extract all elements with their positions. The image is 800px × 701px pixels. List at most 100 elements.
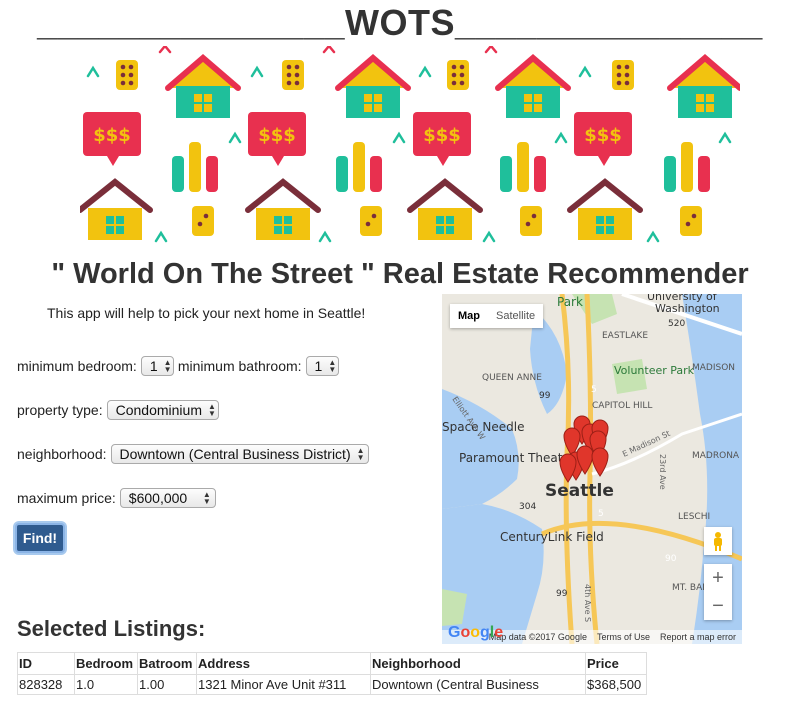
cell-bathroom: 1.00 bbox=[137, 674, 197, 695]
max-price-row: maximum price: $600,000 ▲ ▼ bbox=[17, 488, 220, 508]
cell-address: 1321 Minor Ave Unit #311 bbox=[196, 674, 371, 695]
map-data-text: Map data ©2017 Google bbox=[488, 632, 587, 642]
col-id: ID bbox=[17, 652, 75, 675]
min-bedroom-select[interactable]: 1 ▲ ▼ bbox=[140, 356, 174, 376]
dice-icon bbox=[192, 206, 214, 236]
svg-text:5: 5 bbox=[598, 509, 604, 519]
svg-text:EASTLAKE: EASTLAKE bbox=[602, 331, 648, 341]
svg-text:$$$: $$$ bbox=[93, 125, 131, 146]
table-header-row: ID Bedroom Batroom Address Neighborhood … bbox=[17, 652, 647, 675]
map-type-tabs: Map Satellite bbox=[450, 304, 544, 328]
house-icon bbox=[670, 58, 740, 118]
dice-icon bbox=[116, 60, 138, 90]
dollar-sign-icon: $$$ bbox=[413, 112, 471, 166]
svg-text:Seattle: Seattle bbox=[545, 481, 614, 501]
find-button[interactable]: Find! bbox=[15, 523, 65, 553]
property-type-row: property type: Condominium ▲ ▼ bbox=[17, 400, 223, 420]
col-bathroom: Batroom bbox=[137, 652, 197, 675]
svg-text:CAPITOL HILL: CAPITOL HILL bbox=[592, 401, 652, 411]
house-icon bbox=[498, 58, 568, 118]
dollar-sign-icon: $$$ bbox=[83, 112, 141, 166]
svg-text:23rd Ave: 23rd Ave bbox=[658, 454, 667, 490]
google-logo[interactable]: Google bbox=[448, 624, 503, 642]
app-subtitle: " World On The Street " Real Estate Reco… bbox=[51, 258, 749, 290]
intro-text: This app will help to pick your next hom… bbox=[47, 305, 366, 321]
svg-text:$$$: $$$ bbox=[423, 125, 461, 146]
col-bedroom: Bedroom bbox=[74, 652, 138, 675]
street-view-pegman-icon[interactable] bbox=[704, 527, 732, 555]
tab-map[interactable]: Map bbox=[450, 304, 488, 328]
max-price-value: $600,000 bbox=[128, 490, 188, 506]
bar-chart-icon bbox=[500, 142, 546, 192]
svg-text:MADISON: MADISON bbox=[692, 363, 735, 373]
max-price-select[interactable]: $600,000 ▲ ▼ bbox=[119, 488, 216, 508]
bar-chart-icon bbox=[172, 142, 218, 192]
dollar-sign-icon: $$$ bbox=[248, 112, 306, 166]
max-price-label: maximum price: bbox=[17, 490, 116, 506]
tab-satellite[interactable]: Satellite bbox=[488, 304, 543, 328]
col-neighborhood: Neighborhood bbox=[370, 652, 586, 675]
min-bedroom-value: 1 bbox=[149, 358, 158, 374]
select-arrows-icon: ▲ ▼ bbox=[328, 358, 337, 374]
dice-icon bbox=[282, 60, 304, 90]
bed-bath-row: minimum bedroom: 1 ▲ ▼ minimum bathroom: … bbox=[17, 356, 343, 376]
cell-bedroom: 1.0 bbox=[74, 674, 138, 695]
neighborhood-value: Downtown (Central Business District) bbox=[119, 446, 351, 462]
svg-text:QUEEN ANNE: QUEEN ANNE bbox=[482, 373, 542, 383]
select-arrows-icon: ▲ ▼ bbox=[207, 402, 216, 418]
min-bathroom-value: 1 bbox=[314, 358, 323, 374]
svg-text:$$$: $$$ bbox=[258, 125, 296, 146]
app-title: _______________WOTS_______________ bbox=[37, 2, 763, 43]
svg-text:$$$: $$$ bbox=[584, 125, 622, 146]
cell-price: $368,500 bbox=[585, 674, 647, 695]
listings-table: ID Bedroom Batroom Address Neighborhood … bbox=[17, 652, 647, 695]
property-type-select[interactable]: Condominium ▲ ▼ bbox=[106, 400, 219, 420]
svg-text:5: 5 bbox=[591, 385, 597, 395]
house-icon bbox=[80, 182, 150, 240]
terms-link[interactable]: Terms of Use bbox=[597, 632, 650, 642]
svg-text:4th Ave S: 4th Ave S bbox=[583, 584, 592, 622]
real-estate-banner: $$$ $$$ $$$ $$$ bbox=[80, 46, 740, 246]
cell-id: 828328 bbox=[17, 674, 75, 695]
listings-heading: Selected Listings: bbox=[17, 616, 206, 641]
dice-icon bbox=[680, 206, 702, 236]
svg-text:520: 520 bbox=[668, 319, 685, 329]
bar-chart-icon bbox=[336, 142, 382, 192]
svg-text:99: 99 bbox=[556, 589, 568, 599]
svg-text:90: 90 bbox=[665, 554, 677, 564]
zoom-in-button[interactable]: + bbox=[704, 564, 732, 592]
svg-text:Park: Park bbox=[557, 295, 583, 309]
svg-text:Volunteer Park: Volunteer Park bbox=[614, 364, 695, 377]
svg-text:99: 99 bbox=[539, 391, 551, 401]
report-error-link[interactable]: Report a map error bbox=[660, 632, 736, 642]
dice-icon bbox=[520, 206, 542, 236]
table-row[interactable]: 828328 1.0 1.00 1321 Minor Ave Unit #311… bbox=[17, 674, 647, 695]
map-canvas[interactable]: Park University of Washington EASTLAKE Q… bbox=[442, 294, 742, 644]
zoom-controls: + − bbox=[704, 564, 732, 620]
svg-text:LESCHI: LESCHI bbox=[678, 512, 710, 522]
house-icon bbox=[248, 182, 318, 240]
dice-icon bbox=[612, 60, 634, 90]
select-arrows-icon: ▲ ▼ bbox=[356, 446, 365, 462]
neighborhood-select[interactable]: Downtown (Central Business District) ▲ ▼ bbox=[110, 444, 369, 464]
property-type-value: Condominium bbox=[115, 402, 202, 418]
zoom-out-button[interactable]: − bbox=[704, 592, 732, 620]
seattle-map[interactable]: Park University of Washington EASTLAKE Q… bbox=[442, 294, 742, 644]
svg-text:Washington: Washington bbox=[655, 302, 720, 315]
dice-icon bbox=[447, 60, 469, 90]
select-arrows-icon: ▲ ▼ bbox=[163, 358, 172, 374]
bar-chart-icon bbox=[664, 142, 710, 192]
property-type-label: property type: bbox=[17, 402, 103, 418]
dollar-sign-icon: $$$ bbox=[574, 112, 632, 166]
cell-neighborhood: Downtown (Central Business bbox=[370, 674, 586, 695]
col-address: Address bbox=[196, 652, 371, 675]
dice-icon bbox=[360, 206, 382, 236]
house-icon bbox=[168, 58, 238, 118]
house-icon bbox=[410, 182, 480, 240]
svg-text:CenturyLink Field: CenturyLink Field bbox=[500, 530, 604, 544]
svg-text:304: 304 bbox=[519, 502, 536, 512]
min-bathroom-label: minimum bathroom: bbox=[177, 358, 302, 374]
min-bathroom-select[interactable]: 1 ▲ ▼ bbox=[305, 356, 339, 376]
neighborhood-label: neighborhood: bbox=[17, 446, 107, 462]
house-icon bbox=[570, 182, 640, 240]
